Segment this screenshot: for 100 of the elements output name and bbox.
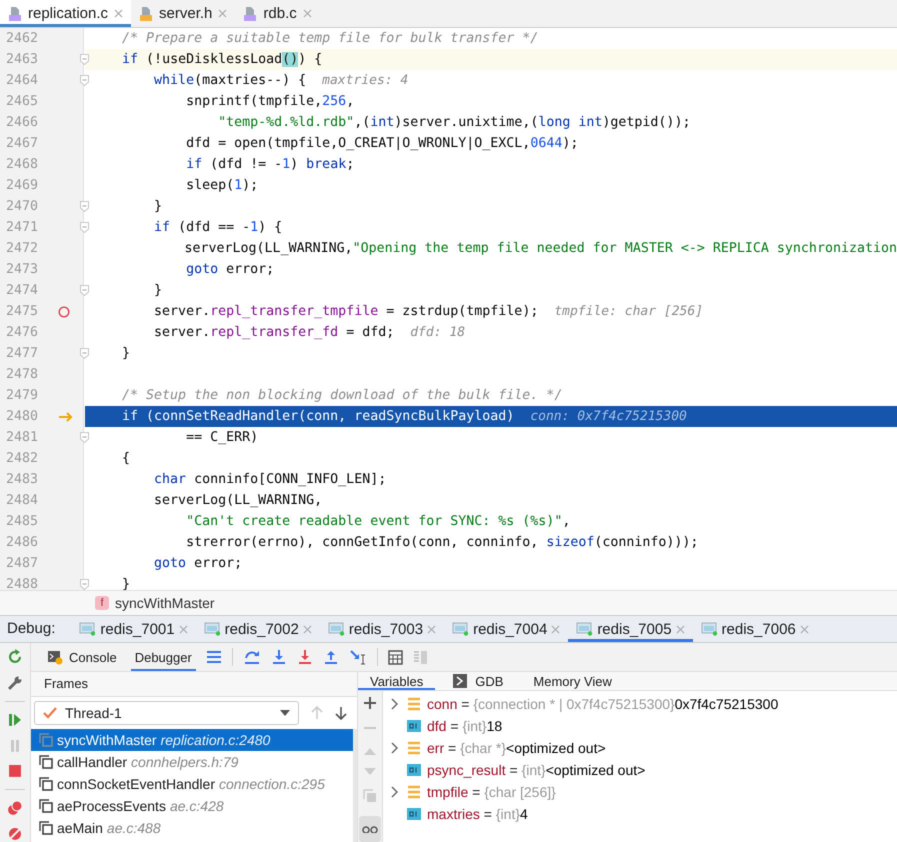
session-tab[interactable]: redis_7004 bbox=[444, 616, 568, 642]
close-icon[interactable] bbox=[178, 624, 188, 634]
inline-value-hint: tmpfile: char [256] bbox=[554, 303, 704, 321]
line-number: 2475 bbox=[5, 303, 40, 321]
file-tab[interactable]: rdb.c bbox=[235, 0, 320, 27]
variable-entry[interactable]: tmpfile = {char [256]} bbox=[427, 784, 556, 800]
frame-icon bbox=[39, 755, 53, 769]
wrench-icon[interactable] bbox=[7, 674, 23, 691]
code-line: } bbox=[121, 576, 130, 590]
close-icon[interactable] bbox=[302, 624, 312, 634]
fold-icon[interactable] bbox=[80, 348, 89, 359]
panel-tab[interactable]: Variables bbox=[358, 672, 436, 690]
stack-frame[interactable]: syncWithMaster replication.c:2480 bbox=[31, 729, 353, 751]
glasses-button[interactable] bbox=[359, 816, 381, 842]
line-number: 2471 bbox=[5, 219, 40, 237]
close-icon[interactable] bbox=[427, 624, 436, 634]
fold-icon[interactable] bbox=[80, 432, 89, 443]
run-window-icon bbox=[576, 622, 594, 636]
close-icon[interactable] bbox=[302, 9, 312, 18]
variable-entry[interactable]: maxtries = {int}4 bbox=[427, 806, 528, 822]
code-line: } bbox=[153, 198, 162, 216]
fold-icon[interactable] bbox=[80, 201, 89, 212]
line-number: 2470 bbox=[5, 198, 40, 216]
arrow-up-icon[interactable] bbox=[311, 706, 323, 720]
menu-icon[interactable] bbox=[206, 650, 222, 664]
stack-frame[interactable]: connSocketEventHandler connection.c:295 bbox=[31, 773, 353, 795]
mute-breakpoints-icon[interactable] bbox=[7, 826, 23, 842]
file-tab[interactable]: replication.c bbox=[0, 0, 132, 27]
move-up-icon[interactable] bbox=[364, 747, 376, 755]
stack-frame[interactable]: aeMain ae.c:488 bbox=[31, 817, 353, 839]
copy-icon[interactable] bbox=[363, 789, 377, 803]
expand-icon[interactable] bbox=[391, 786, 399, 798]
rerun-icon[interactable] bbox=[7, 649, 23, 665]
variable-entry[interactable]: psync_result = {int}<optimized out> bbox=[427, 762, 646, 778]
inline-value-hint: maxtries: 4 bbox=[322, 72, 408, 90]
arrow-down-icon[interactable] bbox=[335, 706, 347, 720]
code-line: == C_ERR) bbox=[185, 429, 258, 447]
stack-frame[interactable]: callHandler connhelpers.h:79 bbox=[31, 751, 353, 773]
line-number: 2463 bbox=[5, 51, 40, 69]
fold-icon[interactable] bbox=[80, 75, 89, 86]
fold-icon[interactable] bbox=[80, 222, 89, 233]
code-line: strerror(errno), connGetInfo(conn, conninfo, sizeof(conninfo))); bbox=[185, 534, 698, 552]
close-icon[interactable] bbox=[676, 624, 685, 634]
panel-tab[interactable]: Memory View bbox=[521, 672, 624, 690]
code-line: snprintf(tmpfile,256, bbox=[185, 93, 354, 111]
code-line: char conninfo[CONN_INFO_LEN]; bbox=[153, 471, 386, 489]
breakpoints-icon[interactable] bbox=[7, 800, 23, 816]
close-icon[interactable] bbox=[114, 9, 124, 18]
close-icon[interactable] bbox=[800, 624, 809, 634]
breadcrumb[interactable]: syncWithMaster bbox=[115, 595, 215, 611]
fold-icon[interactable] bbox=[80, 285, 89, 296]
columns-icon[interactable] bbox=[412, 650, 428, 664]
step-into-icon[interactable] bbox=[270, 649, 287, 665]
thread-dropdown[interactable]: Thread-1 bbox=[34, 701, 299, 725]
line-number: 2474 bbox=[5, 282, 40, 300]
calculator-icon[interactable] bbox=[388, 650, 403, 664]
line-number: 2483 bbox=[5, 471, 40, 489]
tool-tab[interactable]: Debugger bbox=[130, 643, 196, 671]
code-line: server.repl_transfer_tmpfile = zstrdup(tmpfile); bbox=[153, 303, 538, 321]
stack-frame[interactable]: aeProcessEvents ae.c:428 bbox=[31, 795, 353, 817]
resume-icon[interactable] bbox=[7, 712, 23, 728]
breakpoint-icon[interactable] bbox=[58, 306, 70, 318]
line-number: 2487 bbox=[5, 555, 40, 573]
plus-icon[interactable] bbox=[364, 697, 376, 709]
session-tab[interactable]: redis_7006 bbox=[692, 616, 817, 642]
run-to-cursor-icon[interactable] bbox=[348, 649, 367, 665]
close-icon[interactable] bbox=[218, 9, 228, 18]
panel-tab[interactable]: GDB bbox=[441, 672, 516, 690]
code-line: } bbox=[153, 282, 162, 300]
run-window-icon bbox=[328, 622, 345, 636]
expand-icon[interactable] bbox=[391, 742, 399, 754]
tool-tab[interactable]: Console bbox=[43, 643, 121, 671]
session-tab[interactable]: redis_7003 bbox=[320, 616, 444, 642]
session-tab[interactable]: redis_7002 bbox=[196, 616, 320, 642]
line-number: 2466 bbox=[5, 114, 40, 132]
check-icon bbox=[43, 707, 57, 719]
code-line: sleep(1); bbox=[185, 177, 258, 195]
variable-entry[interactable]: conn = {connection * | 0x7f4c75215300}0x7f4c75215300 bbox=[427, 696, 778, 712]
file-tab[interactable]: server.h bbox=[131, 0, 236, 27]
inline-value-hint: conn: 0x7f4c75215300 bbox=[530, 408, 687, 426]
variable-entry[interactable]: dfd = {int}18 bbox=[427, 718, 502, 734]
line-number: 2480 bbox=[5, 408, 40, 426]
code-line: serverLog(LL_WARNING,"Opening the temp file needed for MASTER <-> REPLICA synchronization bbox=[184, 240, 897, 258]
run-window-icon bbox=[700, 622, 718, 636]
close-icon[interactable] bbox=[551, 624, 560, 634]
force-step-into-icon[interactable] bbox=[296, 649, 313, 665]
glasses-icon bbox=[362, 825, 378, 833]
fold-icon[interactable] bbox=[80, 54, 89, 65]
line-number: 2476 bbox=[5, 324, 40, 342]
line-number: 2477 bbox=[5, 345, 40, 363]
step-out-icon[interactable] bbox=[322, 649, 339, 665]
code-line: if (!useDisklessLoad()) { bbox=[121, 51, 322, 69]
move-down-icon[interactable] bbox=[364, 768, 376, 776]
fold-icon[interactable] bbox=[80, 579, 89, 590]
step-over-icon[interactable] bbox=[242, 649, 261, 665]
stop-icon[interactable] bbox=[7, 763, 23, 780]
variable-entry[interactable]: err = {char *}<optimized out> bbox=[427, 740, 606, 756]
session-tab[interactable]: redis_7001 bbox=[71, 616, 196, 642]
expand-icon[interactable] bbox=[391, 698, 399, 710]
session-tab[interactable]: redis_7005 bbox=[568, 616, 693, 642]
